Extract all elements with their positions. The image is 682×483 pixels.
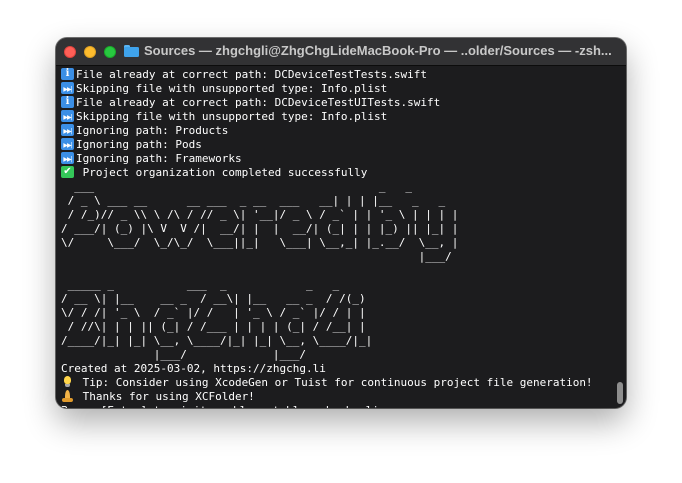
ascii-line-text: |___/ xyxy=(61,250,459,263)
footer-line: Press [Enter] to visit my blog at blog.z… xyxy=(61,404,626,408)
log-line: Skipping file with unsupported type: Inf… xyxy=(61,82,626,97)
log-line-text: File already at correct path: DCDeviceTe… xyxy=(76,96,441,109)
log-line-text: Ignoring path: Pods xyxy=(76,138,202,151)
ascii-line-text: _____ _ ___ _ _ _ xyxy=(61,278,346,291)
log-line-text: File already at correct path: DCDeviceTe… xyxy=(76,68,427,81)
ascii-line: _____ _ ___ _ _ _ xyxy=(61,278,626,292)
minimize-button[interactable] xyxy=(84,46,96,58)
ascii-line: /____/|_| |_| \__, \____/|_| |_| \__, \_… xyxy=(61,334,626,348)
ascii-line-text: \/ \___/ \_/\_/ \___||_| \___| \__,_| |_… xyxy=(61,236,459,249)
ascii-line-text: \/ / /| '_ \ / _` |/ / | '_ \ / _` |/ / … xyxy=(61,306,366,319)
log-line: Project organization completed successfu… xyxy=(61,165,626,180)
log-line: File already at correct path: DCDeviceTe… xyxy=(61,67,626,82)
ascii-line-text: / __ \| |__ __ _ / __\| |__ __ _ / /(_) xyxy=(61,292,366,305)
ascii-line: \/ / /| '_ \ / _` |/ / | '_ \ / _` |/ / … xyxy=(61,306,626,320)
ascii-line: / ___/| (_) |\ V V /| __/| | | __/| (_| … xyxy=(61,222,626,236)
footer-line: Thanks for using XCFolder! xyxy=(61,390,626,404)
log-line: Skipping file with unsupported type: Inf… xyxy=(61,110,626,125)
ascii-line: / //\| | | || (_| / /___ | | | | (_| / /… xyxy=(61,320,626,334)
skip-forward-icon xyxy=(61,82,74,97)
folded-hands-icon xyxy=(61,390,74,402)
ascii-line: ___ _ _ xyxy=(61,180,626,194)
skip-forward-icon xyxy=(61,138,74,153)
skip-forward-icon xyxy=(61,124,74,139)
ascii-line-text: / ___/| (_) |\ V V /| __/| | | __/| (_| … xyxy=(61,222,459,235)
skip-forward-icon xyxy=(61,110,74,125)
ascii-line-text: /____/|_| |_| \__, \____/|_| |_| \__, \_… xyxy=(61,334,373,347)
footer-line-text: Thanks for using XCFolder! xyxy=(76,390,255,403)
info-icon xyxy=(61,95,74,109)
ascii-art-xcfolder: _____ _ ___ _ _ _ / __ \| |__ __ _ / __\… xyxy=(61,278,626,362)
window-title: Sources — zhgchgli@ZhgChgLideMacBook-Pro… xyxy=(144,43,612,58)
log-line-text: Ignoring path: Frameworks xyxy=(76,152,242,165)
checkmark-icon xyxy=(61,165,74,179)
footer-line-text: Tip: Consider using XcodeGen or Tuist fo… xyxy=(76,376,593,389)
ascii-line: \/ \___/ \_/\_/ \___||_| \___| \__,_| |_… xyxy=(61,236,626,250)
scrollbar-thumb[interactable] xyxy=(617,382,623,404)
terminal-output[interactable]: File already at correct path: DCDeviceTe… xyxy=(56,66,626,408)
footer-line-text: Press [Enter] to visit my blog at blog.z… xyxy=(61,404,399,408)
ascii-line: / _ \ ___ __ __ ___ _ __ ___ __| | | |__… xyxy=(61,194,626,208)
footer-line: Created at 2025-03-02, https://zhgchg.li xyxy=(61,362,626,376)
title-bar[interactable]: Sources — zhgchgli@ZhgChgLideMacBook-Pro… xyxy=(56,38,626,66)
zoom-button[interactable] xyxy=(104,46,116,58)
log-line-text: Ignoring path: Products xyxy=(76,124,229,137)
log-line: File already at correct path: DCDeviceTe… xyxy=(61,95,626,110)
log-line-text: Skipping file with unsupported type: Inf… xyxy=(76,82,388,95)
skip-forward-icon xyxy=(61,152,74,167)
ascii-line: / /_)// _ \\ \ /\ / // _ \| '__|/ _ \ / … xyxy=(61,208,626,222)
ascii-line-text: / //\| | | || (_| / /___ | | | | (_| / /… xyxy=(61,320,366,333)
traffic-lights xyxy=(64,46,116,58)
footer-lines: Created at 2025-03-02, https://zhgchg.li… xyxy=(61,362,626,408)
lightbulb-icon xyxy=(61,376,74,388)
log-line: Ignoring path: Pods xyxy=(61,138,626,153)
ascii-line: |___/ xyxy=(61,250,626,264)
folder-icon xyxy=(124,44,139,57)
log-lines: File already at correct path: DCDeviceTe… xyxy=(61,67,626,180)
footer-line: Tip: Consider using XcodeGen or Tuist fo… xyxy=(61,376,626,390)
ascii-line-text: |___/ |___/ xyxy=(61,348,360,361)
log-line: Ignoring path: Products xyxy=(61,124,626,139)
footer-line-text: Created at 2025-03-02, https://zhgchg.li xyxy=(61,362,326,375)
ascii-line: / __ \| |__ __ _ / __\| |__ __ _ / /(_) xyxy=(61,292,626,306)
ascii-line-text: / /_)// _ \\ \ /\ / // _ \| '__|/ _ \ / … xyxy=(61,208,459,221)
ascii-line-text: ___ _ _ xyxy=(61,180,485,193)
window-title-group: Sources — zhgchgli@ZhgChgLideMacBook-Pro… xyxy=(124,43,612,58)
ascii-line: |___/ |___/ xyxy=(61,348,626,362)
info-icon xyxy=(61,67,74,81)
terminal-window: Sources — zhgchgli@ZhgChgLideMacBook-Pro… xyxy=(56,38,626,408)
ascii-line-text: / _ \ ___ __ __ ___ _ __ ___ __| | | |__… xyxy=(61,194,452,207)
log-line-text: Skipping file with unsupported type: Inf… xyxy=(76,110,388,123)
ascii-art-powered-by: ___ _ _ / _ \ ___ __ __ ___ _ __ ___ __|… xyxy=(61,180,626,264)
close-button[interactable] xyxy=(64,46,76,58)
log-line-text: Project organization completed successfu… xyxy=(76,166,368,179)
log-line: Ignoring path: Frameworks xyxy=(61,152,626,167)
